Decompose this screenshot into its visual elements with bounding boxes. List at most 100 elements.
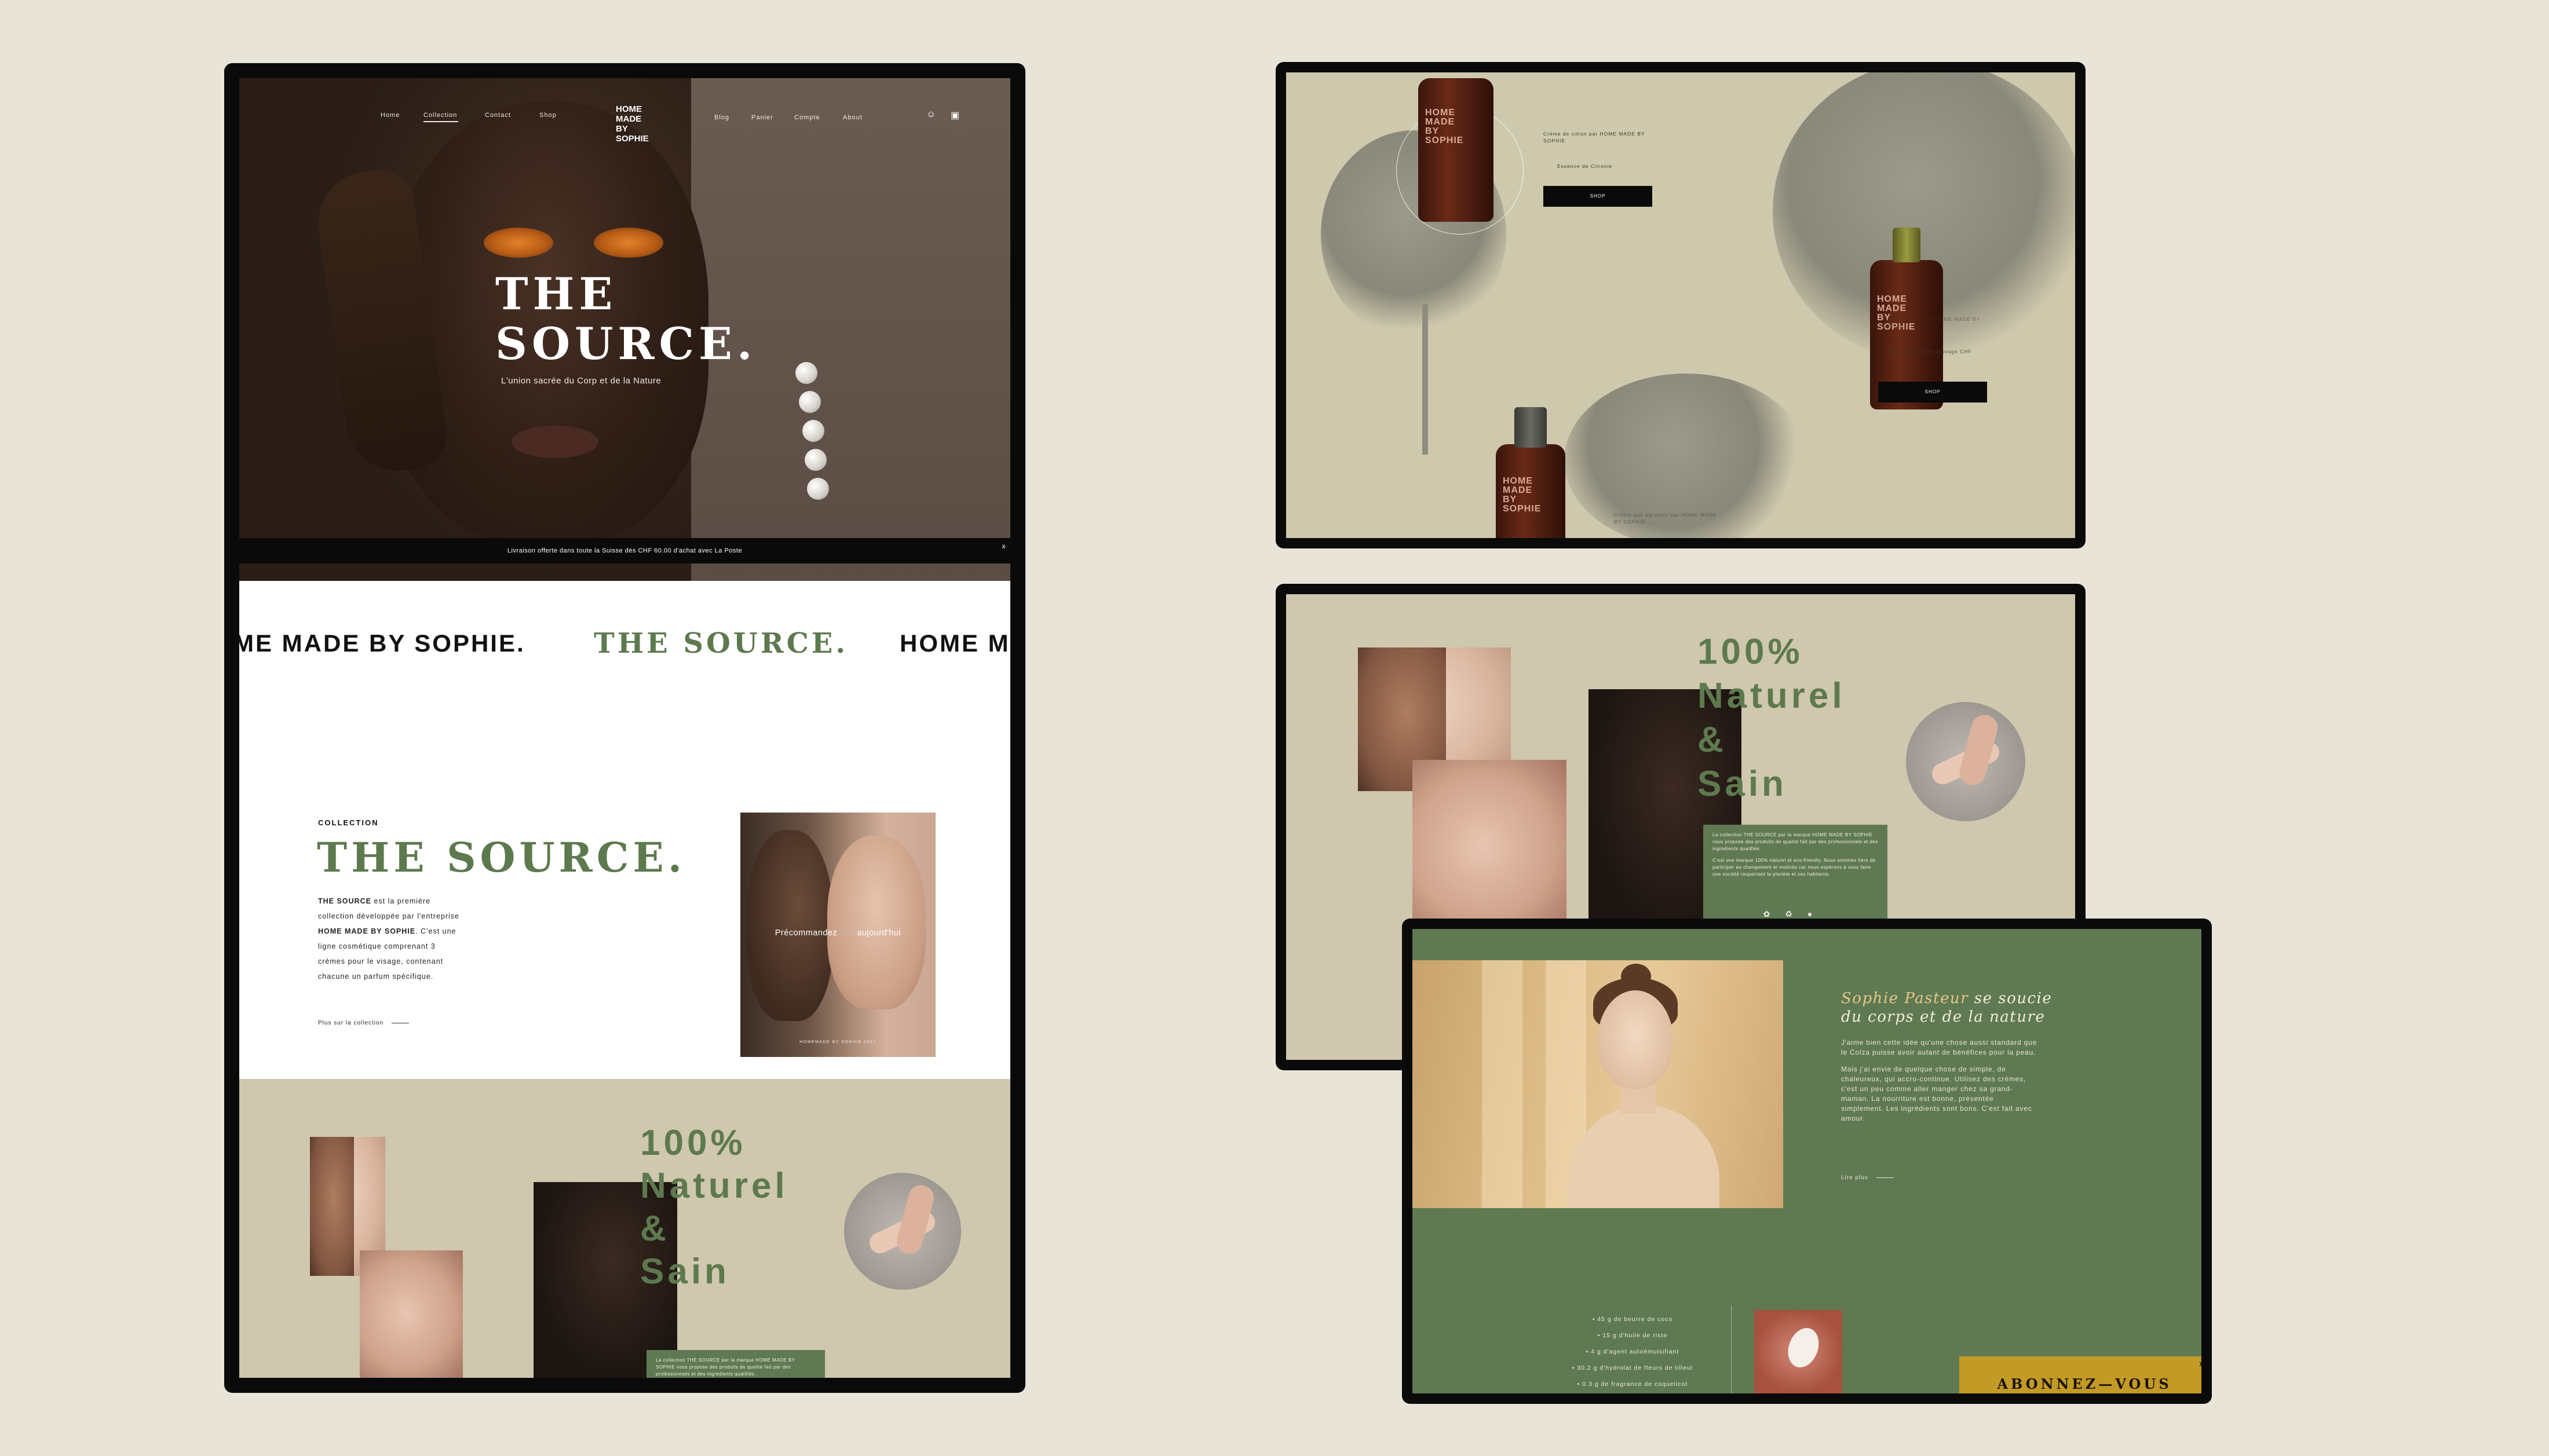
main-navigation: Home Collection Contact Shop HOME MADE B… (239, 78, 1010, 165)
nav-about[interactable]: About (843, 114, 863, 121)
pearl-earring (795, 362, 817, 384)
product-bottle[interactable]: HOME MADE BY SOPHIE (1496, 407, 1565, 538)
about-paragraph: Mais j'ai envie de quelque chose de simp… (1841, 1065, 2032, 1122)
collection-section: COLLECTION THE SOURCE. THE SOURCE est la… (239, 697, 1010, 1079)
bottle-label: HOME MADE BY SOPHIE (1425, 108, 1464, 145)
bottle-cap (1893, 228, 1920, 262)
natural-section: 100% Naturel & Sain La collection THE SO… (239, 1079, 1010, 1378)
product-description: Essence de Citronie (1557, 163, 1613, 169)
logo-line: SOPHIE (616, 134, 649, 144)
ingredient-item: • 30.2 g d'hydrolat de fleurs de tilleul (1572, 1364, 1693, 1371)
hero-subtitle: L'union sacrée du Corp et de la Nature (501, 376, 662, 386)
subscribe-button[interactable]: ABONNEZ—VOUS x (1959, 1356, 2201, 1393)
natural-title: 100% Naturel & Sain (1697, 630, 1846, 806)
natural-info-box: La collection THE SOURCE par la marque H… (1703, 825, 1887, 923)
natural-info-box: La collection THE SOURCE par la marque H… (647, 1350, 825, 1378)
nav-panier[interactable]: Panier (751, 114, 773, 121)
natural-title-line: Sain (1697, 764, 1787, 804)
promo-close-button[interactable]: x (1002, 533, 1006, 559)
about-text: J'aime bien cette idée qu'une chose auss… (1841, 1038, 2038, 1124)
subscribe-label: ABONNEZ—VOUS (1997, 1375, 2172, 1392)
natural-title-line: 100% (1697, 632, 1803, 672)
user-icon[interactable]: ☺ (926, 109, 936, 120)
skin-photo (1412, 760, 1566, 934)
skin-photo (360, 1250, 463, 1378)
portrait-torso (1569, 1105, 1719, 1208)
nav-compte[interactable]: Compte (794, 114, 820, 121)
pearl-earring (799, 391, 821, 413)
ingredients-list: • 45 g de beurre de coco • 15 g d'huile … (1534, 1311, 1731, 1392)
marquee-item: HOME M (900, 630, 1010, 657)
collection-title: THE SOURCE. (317, 833, 686, 881)
hero-section: Home Collection Contact Shop HOME MADE B… (239, 78, 1010, 581)
products-page: HOME MADE BY SOPHIE Crème de citron par HOM… (1286, 72, 2075, 538)
bottle-cap (1514, 407, 1547, 448)
portrait-face (1598, 990, 1673, 1089)
marquee-item: ME MADE BY SOPHIE. (239, 630, 525, 657)
shop-button[interactable]: SHOP (1878, 382, 1987, 403)
nav-blog[interactable]: Blog (714, 114, 729, 121)
logo-line: MADE (616, 114, 642, 124)
about-title-text: se soucie (1969, 990, 2053, 1007)
orange-eyeshadow-left (484, 228, 553, 258)
natural-title: 100% Naturel & Sain (640, 1122, 788, 1293)
desktop-home-page: Home Collection Contact Shop HOME MADE B… (239, 78, 1010, 1378)
promo-banner: Livraison offerte dans toute la Suisse d… (239, 538, 1010, 564)
hero-lips (512, 426, 598, 458)
shop-button[interactable]: SHOP (1543, 186, 1652, 207)
nav-home[interactable]: Home (381, 112, 400, 119)
brand-logo[interactable]: HOME MADE BY SOPHIE (616, 104, 649, 144)
preorder-word: Précommandez (775, 928, 838, 938)
natural-title-line: & (1697, 720, 1727, 760)
about-screen-frame: Sophie Pasteur se soucie du corps et de … (1402, 919, 2212, 1404)
ingredient-item: • 45 g de beurre de coco (1592, 1316, 1673, 1323)
natural-title-line: 100% (640, 1123, 746, 1163)
desktop-screen-frame: Home Collection Contact Shop HOME MADE B… (224, 63, 1025, 1393)
hand-photo-circle (1906, 702, 2025, 821)
collection-more-link[interactable]: Plus sur la collection (318, 1020, 410, 1026)
product-title: Crème aux agrumes par HOME MADE BY SOPHI… (1614, 512, 1717, 525)
about-title-line: du corps et de la nature (1841, 1008, 2046, 1026)
natural-info-text: La collection THE SOURCE par la marque H… (656, 1358, 795, 1377)
natural-title-line: Sain (640, 1252, 730, 1292)
natural-title-line: & (640, 1209, 670, 1249)
subscribe-close-button[interactable]: x (2199, 1336, 2201, 1391)
cart-icon[interactable]: ▣ (951, 109, 959, 121)
hero-title-line: THE (495, 268, 618, 320)
marquee-item: THE SOURCE. (594, 627, 849, 660)
nav-shop[interactable]: Shop (539, 112, 557, 119)
product-bottle[interactable]: HOME MADE BY SOPHIE (1418, 78, 1493, 222)
nav-collection[interactable]: Collection (423, 112, 457, 119)
promo-text: Livraison offerte dans toute la Suisse d… (507, 547, 743, 554)
tree-trunk (1422, 304, 1428, 455)
orange-eyeshadow-right (594, 228, 663, 258)
about-title: Sophie Pasteur se soucie du corps et de … (1841, 989, 2052, 1026)
product-description: Essence de miel sauvage CHF (1889, 349, 1972, 354)
model-face-light (827, 836, 926, 1009)
nav-active-underline (423, 121, 458, 122)
light-stripe (1482, 960, 1522, 1208)
nav-contact[interactable]: Contact (485, 112, 511, 119)
ingredient-item: • 0.3 g de fragrance de coquelicot (1577, 1381, 1688, 1388)
product-title: Crème au miel par HOME MADE BY SOPHIE (1883, 316, 1981, 329)
preorder-photo-card[interactable]: Précommandez dès aujourd'hui HOMEMADE BY… (740, 813, 936, 1057)
natural-title-line: Naturel (640, 1166, 788, 1206)
sophie-name: Sophie Pasteur (1841, 990, 1969, 1007)
leaf-icon: ✿ (1763, 909, 1785, 919)
pearl-earring (802, 420, 824, 442)
read-more-link[interactable]: Lire plus (1841, 1175, 1894, 1181)
company-name: HOME MADE BY SOPHIE (318, 927, 416, 935)
products-screen-frame: HOME MADE BY SOPHIE Crème de citron par HOM… (1276, 62, 2086, 548)
cream-blob (1783, 1323, 1824, 1372)
collection-brand-name: THE SOURCE (318, 897, 371, 905)
pearl-earring (807, 478, 829, 500)
eco-icons: ✿♻● (1703, 909, 1887, 919)
about-paragraph: J'aime bien cette idée qu'une chose auss… (1841, 1038, 2037, 1056)
photo-caption: HOMEMADE BY SOPHIE 2021 (799, 1040, 877, 1044)
recycle-icon: ♻ (1785, 909, 1807, 919)
bottle-label: HOME MADE BY SOPHIE (1503, 476, 1542, 514)
read-more-label: Lire plus (1841, 1175, 1868, 1181)
drop-icon: ● (1807, 909, 1828, 919)
product-title: Crème de citron par HOME MADE BY SOPHIE (1543, 131, 1645, 144)
logo-line: BY (616, 124, 628, 134)
